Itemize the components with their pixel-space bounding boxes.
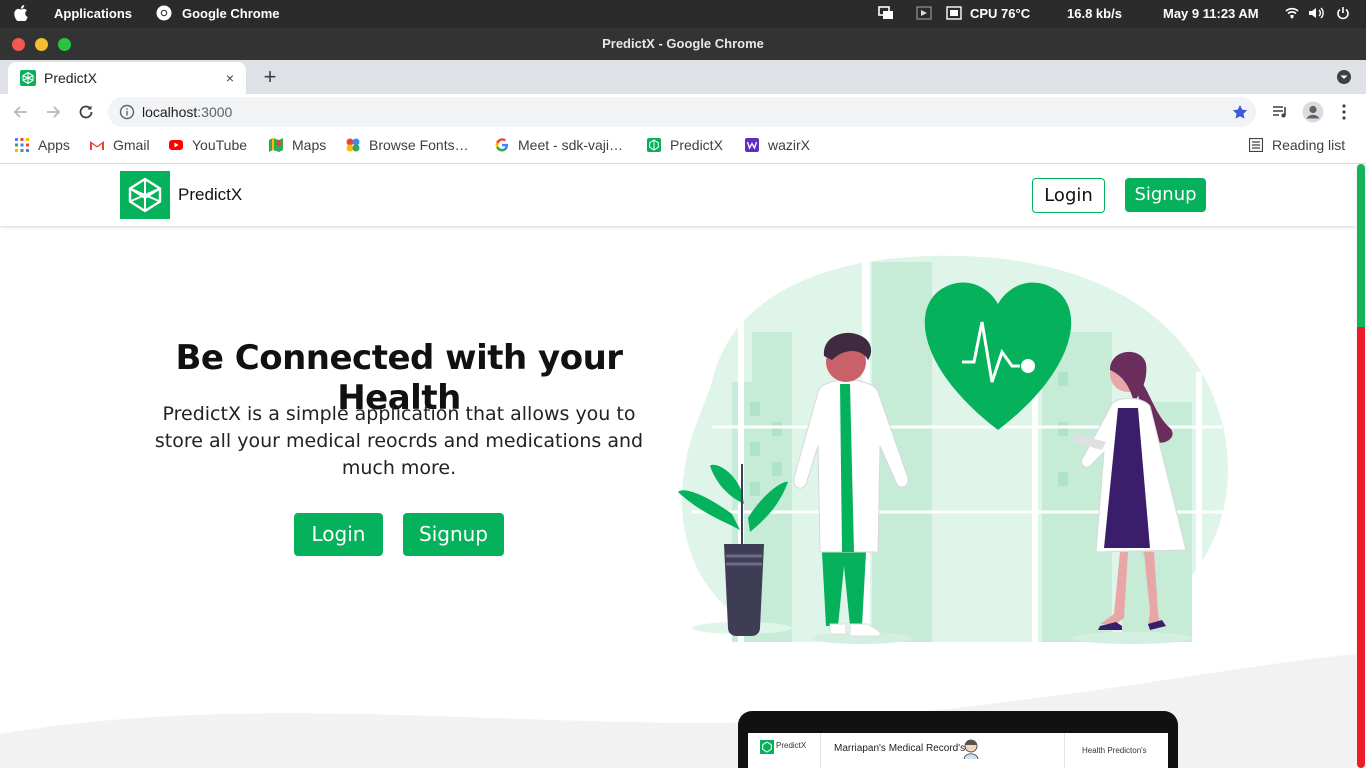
bookmark-label: Apps — [38, 137, 70, 153]
bookmark-label: wazirX — [768, 137, 811, 153]
url-host: localhost — [142, 104, 198, 120]
tab-strip: PredictX × + — [0, 60, 1366, 94]
window-title: PredictX - Google Chrome — [602, 36, 764, 51]
bookmark-meet[interactable]: Meet - sdk-vaji… — [495, 130, 623, 160]
nav-login-button[interactable]: Login — [1032, 178, 1105, 213]
media-icon[interactable] — [916, 0, 932, 28]
active-app-label[interactable]: Google Chrome — [182, 0, 280, 28]
reading-list-icon — [1249, 138, 1263, 152]
media-control-icon[interactable] — [1271, 103, 1289, 126]
maps-icon — [269, 138, 283, 152]
preview-brand: PredictX — [776, 741, 807, 750]
apps-grid-icon — [15, 138, 29, 152]
predictx-logo-icon[interactable] — [120, 171, 170, 219]
preview-logo-icon — [760, 740, 774, 759]
url-port: :3000 — [197, 104, 233, 120]
cpu-icon — [946, 0, 962, 28]
preview-prediction-title: Health Predicton's — [1082, 746, 1147, 755]
brand-name[interactable]: PredictX — [178, 164, 242, 226]
profile-avatar-icon[interactable] — [1302, 101, 1324, 128]
tab-search-icon[interactable] — [1336, 69, 1352, 90]
window-title-bar: PredictX - Google Chrome — [0, 28, 1366, 60]
nav-signup-button[interactable]: Signup — [1125, 178, 1206, 212]
tab-label: PredictX — [44, 70, 97, 86]
cpu-temperature[interactable]: CPU 76°C — [970, 0, 1030, 28]
screen-share-icon[interactable] — [878, 0, 894, 28]
scrollbar-thumb[interactable] — [1357, 164, 1365, 768]
bookmark-label: Maps — [292, 137, 327, 153]
hero-description: PredictX is a simple application that al… — [154, 403, 644, 479]
os-top-bar: Applications Google Chrome CPU 76°C 16.8… — [0, 0, 1366, 28]
preview-divider — [820, 733, 821, 768]
wazirx-icon — [745, 138, 759, 152]
bookmark-label: Meet - sdk-vaji… — [518, 137, 624, 153]
apple-icon[interactable] — [14, 0, 28, 28]
page-viewport: PredictX Login Signup Be Connected with … — [0, 164, 1366, 768]
chrome-icon — [156, 0, 172, 28]
bookmarks-bar: Apps Gmail YouTube Maps Browse Fonts… Me… — [0, 130, 1366, 164]
bookmark-label: PredictX — [670, 137, 723, 153]
hero-login-button[interactable]: Login — [294, 513, 383, 556]
bookmark-label: Reading list — [1272, 137, 1346, 153]
bookmark-maps[interactable]: Maps — [269, 130, 326, 160]
browser-toolbar: localhost:3000 — [0, 94, 1366, 130]
site-navbar: PredictX Login Signup — [0, 164, 1356, 226]
chrome-menu-icon[interactable] — [1336, 103, 1352, 126]
app-preview-device: PredictX Marriapan's Medical Record's He… — [738, 711, 1178, 768]
new-tab-button[interactable]: + — [260, 64, 280, 90]
preview-avatar-icon — [960, 737, 982, 764]
predictx-favicon-icon — [647, 138, 661, 152]
fonts-icon — [346, 138, 360, 152]
bookmark-wazirx[interactable]: wazirX — [745, 130, 810, 160]
bookmark-predictx[interactable]: PredictX — [647, 130, 723, 160]
preview-records-title: Marriapan's Medical Record's — [834, 743, 966, 754]
bookmark-label: YouTube — [192, 137, 248, 153]
applications-menu[interactable]: Applications — [54, 0, 132, 28]
doctors-illustration — [678, 252, 1232, 644]
tab-predictx[interactable]: PredictX × — [8, 62, 246, 94]
bookmark-gmail[interactable]: Gmail — [90, 130, 150, 160]
reading-list-button[interactable]: Reading list — [1249, 130, 1345, 160]
volume-icon[interactable] — [1308, 0, 1326, 28]
network-speed[interactable]: 16.8 kb/s — [1067, 0, 1122, 28]
hero-signup-button[interactable]: Signup — [403, 513, 504, 556]
app-preview-screen: PredictX Marriapan's Medical Record's He… — [748, 733, 1168, 768]
site-info-icon[interactable] — [119, 104, 135, 125]
address-bar[interactable]: localhost:3000 — [108, 97, 1256, 127]
power-icon[interactable] — [1336, 0, 1350, 28]
back-arrow-icon[interactable] — [12, 103, 30, 126]
bookmark-star-icon[interactable] — [1232, 104, 1248, 125]
clock[interactable]: May 9 11:23 AM — [1163, 0, 1259, 28]
forward-arrow-icon[interactable] — [44, 103, 62, 126]
gmail-icon — [90, 140, 104, 150]
reload-icon[interactable] — [77, 103, 95, 126]
bookmark-youtube[interactable]: YouTube — [169, 130, 247, 160]
youtube-icon — [169, 140, 183, 150]
google-icon — [495, 138, 508, 152]
bookmark-apps[interactable]: Apps — [15, 130, 70, 160]
close-tab-icon[interactable]: × — [222, 70, 238, 86]
wifi-icon[interactable] — [1284, 0, 1300, 28]
bookmark-label: Gmail — [113, 137, 150, 153]
bookmark-label: Browse Fonts… — [369, 137, 469, 153]
bookmark-browse-fonts[interactable]: Browse Fonts… — [346, 130, 469, 160]
url-text[interactable]: localhost:3000 — [142, 97, 232, 127]
predictx-favicon-icon — [20, 70, 36, 91]
preview-divider — [1064, 733, 1065, 768]
